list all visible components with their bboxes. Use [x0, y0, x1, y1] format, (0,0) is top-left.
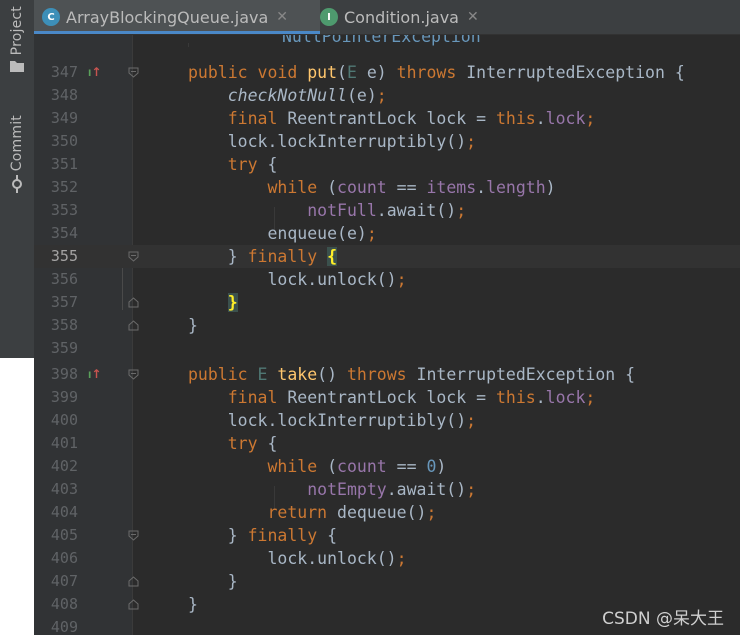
line-number: 359	[50, 339, 78, 357]
class-file-icon: C	[42, 8, 60, 26]
project-tab-label: Project	[9, 6, 25, 56]
folder-icon	[10, 61, 24, 73]
code-line: 407 }	[34, 570, 740, 593]
fold-end-icon[interactable]	[128, 599, 139, 610]
project-tool-tab[interactable]: Project	[3, 6, 31, 73]
line-number: 357	[50, 293, 78, 311]
fold-collapse-icon[interactable]	[128, 369, 139, 380]
line-number: 402	[50, 457, 78, 475]
code-line: 400 lock.lockInterruptibly();	[34, 409, 740, 432]
tab-label: Condition.java	[344, 7, 459, 27]
line-number: 349	[50, 109, 78, 127]
code-line: 398 I↑ public E take() throws Interrupte…	[34, 363, 740, 386]
tab-label: ArrayBlockingQueue.java	[66, 7, 269, 27]
line-number: 405	[50, 526, 78, 544]
code-line: 406 lock.unlock();	[34, 547, 740, 570]
code-line: 403 notEmpty.await();	[34, 478, 740, 501]
code-line: 354 enqueue(e);	[34, 222, 740, 245]
code-line: 357 }	[34, 291, 740, 314]
code-line: 405 } finally {	[34, 524, 740, 547]
fold-collapse-icon[interactable]	[128, 67, 139, 78]
commit-tool-tab[interactable]: Commit	[3, 115, 31, 194]
sidebar-blank-area	[0, 358, 34, 635]
line-number: 409	[50, 618, 78, 635]
line-number: 358	[50, 316, 78, 334]
tab-condition[interactable]: I Condition.java ✕	[320, 0, 500, 34]
code-line-current: 355 } finally {	[34, 245, 740, 268]
code-line: 347 I↑ public void put(E e) throws Inter…	[34, 61, 740, 84]
line-number: 407	[50, 572, 78, 590]
code-line: 353 notFull.await();	[34, 199, 740, 222]
implements-overrides-icon[interactable]: I↑	[88, 65, 101, 79]
code-line: 401 try {	[34, 432, 740, 455]
code-line: 358 }	[34, 314, 740, 337]
code-line: 356 lock.unlock();	[34, 268, 740, 291]
line-number: 406	[50, 549, 78, 567]
line-number: 350	[50, 132, 78, 150]
line-number: 401	[50, 434, 78, 452]
close-icon[interactable]: ✕	[467, 9, 479, 25]
commit-icon	[12, 175, 22, 194]
code-line: 348 checkNotNull(e);	[34, 84, 740, 107]
line-number: 399	[50, 388, 78, 406]
fold-end-icon[interactable]	[128, 320, 139, 331]
code-line: 359	[34, 337, 740, 360]
fold-end-icon[interactable]	[128, 297, 139, 308]
code-line: 349 final ReentrantLock lock = this.lock…	[34, 107, 740, 130]
implements-overrides-icon[interactable]: I↑	[88, 367, 101, 381]
fold-collapse-icon[interactable]	[128, 530, 139, 541]
line-number: 408	[50, 595, 78, 613]
line-number: 356	[50, 270, 78, 288]
code-line: 402 while (count == 0)	[34, 455, 740, 478]
line-number: 348	[50, 86, 78, 104]
line-number: 398	[50, 365, 78, 383]
line-number: 355	[50, 247, 78, 265]
code-line: 404 return dequeue();	[34, 501, 740, 524]
fold-collapse-icon[interactable]	[128, 251, 139, 262]
code-line: 350 lock.lockInterruptibly();	[34, 130, 740, 153]
line-number: 351	[50, 155, 78, 173]
indent-guide	[188, 43, 189, 47]
code-editor[interactable]: NullPointerException 347 I↑ public void …	[34, 35, 740, 635]
active-tab-indicator	[34, 31, 320, 34]
close-icon[interactable]: ✕	[276, 9, 288, 25]
fold-end-icon[interactable]	[128, 576, 139, 587]
line-number: 354	[50, 224, 78, 242]
partial-code-line: NullPointerException	[282, 35, 481, 46]
interface-file-icon: I	[320, 8, 338, 26]
line-number: 403	[50, 480, 78, 498]
editor-tab-bar: C ArrayBlockingQueue.java ✕ I Condition.…	[34, 0, 740, 35]
line-number: 352	[50, 178, 78, 196]
line-number: 347	[50, 63, 78, 81]
line-number: 353	[50, 201, 78, 219]
commit-tab-label: Commit	[9, 115, 25, 172]
tool-window-sidebar: Project Commit	[0, 0, 35, 358]
code-line: 352 while (count == items.length)	[34, 176, 740, 199]
tab-array-blocking-queue[interactable]: C ArrayBlockingQueue.java ✕	[34, 0, 320, 34]
code-line: 351 try {	[34, 153, 740, 176]
line-number: 404	[50, 503, 78, 521]
code-line: 399 final ReentrantLock lock = this.lock…	[34, 386, 740, 409]
watermark: CSDN @呆大王	[602, 609, 724, 629]
line-number: 400	[50, 411, 78, 429]
